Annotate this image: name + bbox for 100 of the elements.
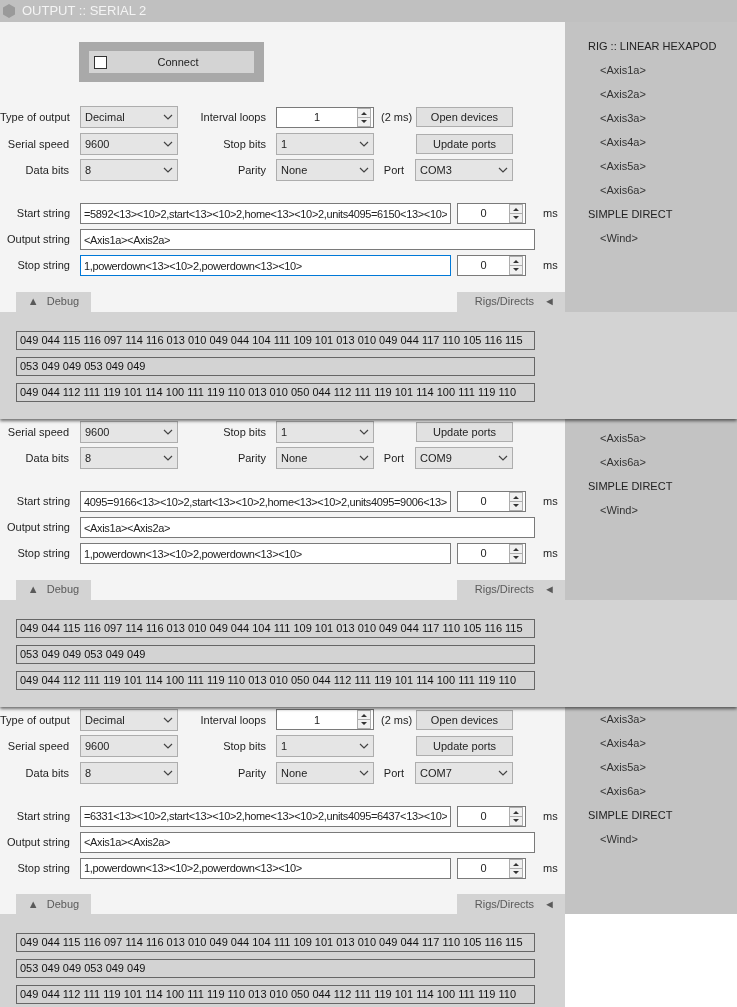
sidebar-item[interactable]: <Axis6a> — [588, 449, 737, 474]
dropdown[interactable]: None — [276, 447, 374, 470]
debug-tab[interactable]: ▲ Debug — [16, 894, 91, 914]
spinner-icon[interactable] — [509, 256, 523, 275]
action-button[interactable]: Open devices — [416, 709, 513, 730]
dropdown[interactable]: COM3 — [415, 159, 513, 182]
text-field[interactable]: 1,powerdown<13><10>2,powerdown<13><10> — [80, 857, 451, 879]
debug-readout: 053 049 049 053 049 049 — [16, 356, 535, 376]
text-field[interactable]: 4095=9166<13><10>2,start<13><10>2,home<13><10>2,units4095=9006<13> — [80, 491, 451, 512]
chevron-icon — [359, 743, 369, 750]
unit-label: ms — [543, 494, 558, 510]
sidebar-item[interactable]: <Axis5a> — [588, 754, 737, 779]
field-label: Stop bits — [222, 424, 266, 440]
dropdown[interactable]: 9600 — [80, 735, 178, 758]
checkbox[interactable] — [94, 55, 107, 69]
text-field[interactable]: <Axis1a><Axis2a> — [80, 229, 535, 250]
spinner-icon[interactable] — [509, 492, 523, 511]
spin-field[interactable]: 1 — [276, 106, 374, 128]
text-field[interactable]: 1,powerdown<13><10>2,powerdown<13><10> — [80, 255, 451, 276]
spin-field[interactable]: 0 — [457, 857, 526, 879]
spinner-icon[interactable] — [509, 806, 523, 826]
action-button[interactable]: Update ports — [416, 736, 513, 757]
action-button[interactable]: Open devices — [416, 107, 513, 128]
text-field[interactable]: =6331<13><10>2,start<13><10>2,home<13><10>2,units4095=6437<13><10> — [80, 805, 451, 827]
chevron-icon — [163, 743, 173, 750]
dropdown[interactable]: 1 — [276, 735, 374, 758]
spinner-icon[interactable] — [509, 204, 523, 223]
text-field[interactable]: =5892<13><10>2,start<13><10>2,home<13><10>2,units4095=6150<13><10> — [80, 203, 451, 224]
dropdown[interactable]: COM7 — [415, 761, 513, 784]
spin-field[interactable]: 1 — [276, 709, 374, 731]
number-input[interactable]: 1 — [277, 109, 357, 126]
sidebar-item[interactable]: <Axis1a> — [588, 58, 737, 82]
sidebar-heading: RIG :: LINEAR HEXAPOD — [588, 39, 718, 54]
dropdown[interactable]: 8 — [80, 159, 178, 182]
spinner-icon[interactable] — [509, 858, 523, 878]
chevron-icon — [163, 716, 173, 723]
dropdown[interactable]: 1 — [276, 420, 374, 443]
spinner-icon[interactable] — [509, 544, 523, 563]
sidebar-item[interactable]: <Axis4a> — [588, 730, 737, 755]
sidebar-item[interactable]: <Axis6a> — [588, 778, 737, 803]
chevron-icon — [359, 167, 369, 174]
number-input[interactable]: 0 — [458, 257, 509, 274]
text-field[interactable]: <Axis1a><Axis2a> — [80, 517, 535, 538]
dropdown[interactable]: None — [276, 761, 374, 784]
number-input[interactable]: 0 — [458, 859, 509, 877]
dropdown[interactable]: 9600 — [80, 420, 178, 443]
field-label: Stop string — [16, 546, 70, 562]
sidebar-item[interactable]: <Axis6a> — [588, 178, 737, 202]
field-label: Start string — [15, 494, 70, 510]
field-label: Output string — [6, 232, 70, 248]
number-input[interactable]: 0 — [458, 205, 509, 222]
connect-button[interactable]: Connect — [89, 51, 254, 73]
field-label: Data bits — [24, 451, 69, 466]
dropdown[interactable]: Decimal — [80, 106, 178, 129]
chevron-icon — [163, 114, 173, 121]
spin-field[interactable]: 0 — [457, 203, 526, 224]
chevron-icon — [163, 428, 173, 435]
spin-field[interactable]: 0 — [457, 543, 526, 564]
spin-field[interactable]: 0 — [457, 255, 526, 276]
text-field[interactable]: 1,powerdown<13><10>2,powerdown<13><10> — [80, 543, 451, 564]
debug-tab[interactable]: ▲ Debug — [16, 579, 91, 600]
sidebar-item[interactable]: <Axis5a> — [588, 425, 737, 450]
field-label: Serial speed — [6, 424, 69, 440]
sidebar-item[interactable]: <Axis4a> — [588, 130, 737, 154]
spin-field[interactable]: 0 — [457, 491, 526, 512]
dropdown[interactable]: COM9 — [415, 447, 513, 470]
number-input[interactable]: 0 — [458, 545, 509, 562]
spinner-icon[interactable] — [357, 710, 371, 730]
debug-readout: 049 044 115 116 097 114 116 013 010 049 044 104 111 109 101 013 010 049 044 117 110 105 116 115 — [16, 933, 535, 952]
sidebar-item[interactable]: <Axis3a> — [588, 706, 737, 731]
interval-note: (2 ms) — [380, 712, 414, 728]
dropdown[interactable]: 8 — [80, 447, 178, 470]
rigs-tab[interactable]: Rigs/Directs ◄ — [457, 894, 565, 914]
field-label: Stop string — [16, 258, 70, 274]
sidebar-item[interactable]: <Axis3a> — [588, 106, 737, 130]
dropdown[interactable]: None — [276, 159, 374, 182]
field-label: Interval loops — [199, 712, 266, 728]
debug-tab[interactable]: ▲ Debug — [16, 291, 91, 312]
spin-field[interactable]: 0 — [457, 805, 526, 827]
dropdown[interactable]: 9600 — [80, 132, 178, 155]
action-button[interactable]: Update ports — [416, 133, 513, 154]
number-input[interactable]: 1 — [277, 711, 357, 728]
dropdown[interactable]: 8 — [80, 761, 178, 784]
dropdown[interactable]: Decimal — [80, 708, 178, 731]
spinner-icon[interactable] — [357, 107, 371, 127]
number-input[interactable]: 0 — [458, 807, 509, 825]
debug-readout: 049 044 112 111 119 101 114 100 111 119 110 013 010 050 044 112 111 119 101 114 100 111 119 110 — [16, 382, 535, 402]
sidebar-item[interactable]: <Wind> — [588, 226, 737, 250]
rigs-tab[interactable]: Rigs/Directs ◄ — [457, 579, 565, 600]
number-input[interactable]: 0 — [458, 493, 509, 510]
rigs-tab[interactable]: Rigs/Directs ◄ — [457, 291, 565, 312]
sidebar-item[interactable]: <Wind> — [588, 497, 737, 522]
sidebar-item[interactable]: <Axis2a> — [588, 82, 737, 106]
sidebar-item[interactable]: <Wind> — [588, 826, 737, 851]
dropdown[interactable]: 1 — [276, 132, 374, 155]
field-label: Type of output — [0, 712, 69, 728]
sidebar-item[interactable]: <Axis5a> — [588, 154, 737, 178]
action-button[interactable]: Update ports — [416, 421, 513, 442]
chevron-icon — [163, 140, 173, 147]
text-field[interactable]: <Axis1a><Axis2a> — [80, 831, 535, 853]
